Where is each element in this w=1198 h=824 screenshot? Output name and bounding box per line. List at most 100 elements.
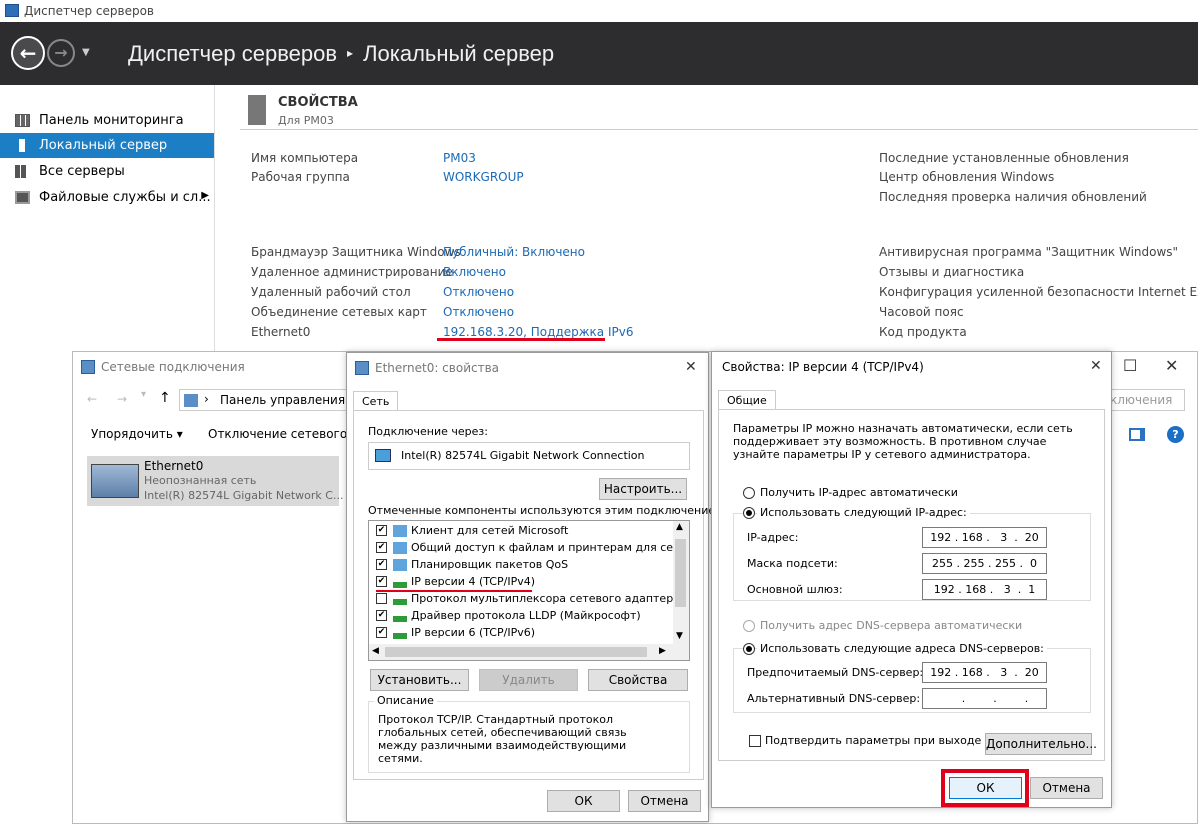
manual-dns-label[interactable]: Использовать следующие адреса DNS-сервер… bbox=[757, 642, 1047, 655]
validate-checkbox[interactable] bbox=[749, 735, 761, 747]
ip-address-field[interactable]: 192 . 168 . 3 . 20 bbox=[922, 527, 1047, 548]
workgroup-link[interactable]: WORKGROUP bbox=[443, 170, 524, 184]
server-manager-icon bbox=[5, 4, 19, 17]
sidebar-item-label: Файловые службы и сл... bbox=[39, 190, 211, 205]
list-item[interactable]: ✔ Планировщик пакетов QoS bbox=[369, 557, 673, 574]
list-item[interactable]: ✔ Общий доступ к файлам и принтерам для с… bbox=[369, 540, 673, 557]
horizontal-scrollbar[interactable]: ◀ ▶ bbox=[369, 644, 689, 660]
forward-button[interactable]: → bbox=[47, 39, 75, 67]
window-title: Сетевые подключения bbox=[101, 360, 245, 374]
organize-menu[interactable]: Упорядочить ▾ bbox=[91, 427, 183, 441]
up-arrow-icon[interactable]: ↑ bbox=[159, 390, 171, 406]
configure-button[interactable]: Настроить... bbox=[599, 478, 687, 500]
ok-button[interactable]: ОК bbox=[949, 777, 1022, 799]
property-label: Объединение сетевых карт bbox=[251, 305, 427, 319]
preferred-dns-field[interactable]: 192 . 168 . 3 . 20 bbox=[922, 662, 1047, 683]
dialog-title: Ethernet0: свойства bbox=[375, 361, 500, 375]
scroll-right-icon[interactable]: ▶ bbox=[659, 646, 666, 656]
breadcrumb-root[interactable]: Диспетчер серверов bbox=[128, 41, 337, 66]
search-input[interactable]: ключения bbox=[1103, 389, 1185, 411]
computer-name-link[interactable]: PM03 bbox=[443, 151, 476, 165]
auto-dns-radio[interactable] bbox=[743, 620, 755, 632]
auto-dns-label[interactable]: Получить адрес DNS-сервера автоматически bbox=[760, 619, 1022, 632]
cancel-button[interactable]: Отмена bbox=[1030, 777, 1103, 799]
scroll-left-icon[interactable]: ◀ bbox=[372, 646, 379, 656]
forward-arrow-icon[interactable]: → bbox=[117, 392, 127, 406]
alternate-dns-field[interactable]: . . . bbox=[922, 688, 1047, 709]
scroll-thumb[interactable] bbox=[385, 647, 647, 657]
property-label: Отзывы и диагностика bbox=[879, 265, 1025, 279]
sidebar-item-dashboard[interactable]: Панель мониторинга bbox=[0, 108, 214, 133]
manual-ip-label[interactable]: Использовать следующий IP-адрес: bbox=[757, 506, 970, 519]
network-folder-icon bbox=[81, 360, 95, 374]
sidebar-item-local-server[interactable]: Локальный сервер bbox=[0, 133, 214, 158]
list-item[interactable]: ✔ IP версии 4 (TCP/IPv4) bbox=[369, 574, 673, 591]
list-item[interactable]: ✔ IP версии 6 (TCP/IPv6) bbox=[369, 625, 673, 642]
component-checkbox[interactable]: ✔ bbox=[376, 627, 387, 638]
connection-name: Ethernet0 bbox=[144, 459, 204, 473]
scroll-up-icon[interactable]: ▲ bbox=[676, 522, 683, 532]
properties-subtitle: Для PM03 bbox=[278, 114, 334, 127]
list-item[interactable]: ✔ Драйвер протокола LLDP (Майкрософт) bbox=[369, 608, 673, 625]
recent-dropdown-icon[interactable]: ▾ bbox=[141, 389, 146, 400]
component-checkbox[interactable]: ✔ bbox=[376, 576, 387, 587]
ip-address-label: IP-адрес: bbox=[747, 531, 799, 544]
remote-desktop-link[interactable]: Отключено bbox=[443, 285, 514, 299]
ethernet0-connection-item[interactable]: Ethernet0 Неопознанная сеть Intel(R) 825… bbox=[87, 456, 343, 506]
subnet-mask-field[interactable]: 255 . 255 . 255 . 0 bbox=[922, 553, 1047, 574]
install-button[interactable]: Установить... bbox=[370, 669, 469, 691]
nic-teaming-link[interactable]: Отключено bbox=[443, 305, 514, 319]
expand-arrow-icon[interactable]: ▶ bbox=[201, 190, 209, 201]
component-label: IP версии 4 (TCP/IPv4) bbox=[411, 575, 536, 588]
component-checkbox[interactable]: ✔ bbox=[376, 559, 387, 570]
file-services-icon bbox=[15, 191, 30, 204]
maximize-icon[interactable]: ☐ bbox=[1123, 356, 1137, 375]
cancel-button[interactable]: Отмена bbox=[628, 790, 701, 812]
manual-ip-radio[interactable] bbox=[743, 507, 755, 519]
close-icon[interactable]: ✕ bbox=[685, 359, 697, 375]
close-icon[interactable]: ✕ bbox=[1165, 356, 1178, 375]
ethernet-properties-dialog: Ethernet0: свойства ✕ Сеть Подключение ч… bbox=[346, 352, 727, 822]
sidebar-item-all-servers[interactable]: Все серверы bbox=[0, 159, 214, 184]
auto-ip-label[interactable]: Получить IP-адрес автоматически bbox=[760, 486, 958, 499]
list-item[interactable]: Протокол мультиплексора сетевого адаптер… bbox=[369, 591, 673, 608]
firewall-link[interactable]: Публичный: Включено bbox=[443, 245, 585, 259]
scroll-down-icon[interactable]: ▼ bbox=[676, 631, 683, 641]
advanced-button[interactable]: Дополнительно... bbox=[985, 733, 1097, 755]
preview-pane-icon[interactable] bbox=[1129, 428, 1145, 441]
manual-dns-radio[interactable] bbox=[743, 643, 755, 655]
component-label: Планировщик пакетов QoS bbox=[411, 558, 569, 571]
auto-ip-radio[interactable] bbox=[743, 487, 755, 499]
vertical-scrollbar[interactable]: ▲ ▼ bbox=[673, 521, 689, 645]
help-icon[interactable]: ? bbox=[1167, 426, 1184, 443]
close-icon[interactable]: ✕ bbox=[1090, 358, 1102, 374]
properties-button[interactable]: Свойства bbox=[588, 669, 688, 691]
protocol-icon bbox=[393, 610, 407, 622]
component-label: Протокол мультиплексора сетевого адаптер… bbox=[411, 592, 673, 605]
remote-admin-link[interactable]: Включено bbox=[443, 265, 506, 279]
sidebar-item-label: Локальный сервер bbox=[39, 138, 168, 153]
tab-network[interactable]: Сеть bbox=[353, 391, 399, 411]
property-label: Конфигурация усиленной безопасности Inte… bbox=[879, 285, 1198, 299]
component-checkbox[interactable]: ✔ bbox=[376, 542, 387, 553]
remove-button[interactable]: Удалить bbox=[479, 669, 578, 691]
history-dropdown-icon[interactable]: ▼ bbox=[82, 47, 90, 58]
list-item[interactable]: ✔ Клиент для сетей Microsoft bbox=[369, 523, 673, 540]
component-checkbox[interactable]: ✔ bbox=[376, 525, 387, 536]
validate-label[interactable]: Подтвердить параметры при выходе bbox=[765, 734, 981, 747]
component-checkbox[interactable] bbox=[376, 593, 387, 604]
ok-button[interactable]: ОК bbox=[547, 790, 620, 812]
component-checkbox[interactable]: ✔ bbox=[376, 610, 387, 621]
adapter-icon bbox=[375, 449, 391, 462]
back-button[interactable]: ← bbox=[11, 36, 45, 70]
ethernet-link[interactable]: 192.168.3.20, Поддержка IPv6 bbox=[443, 325, 633, 339]
gateway-field[interactable]: 192 . 168 . 3 . 1 bbox=[922, 579, 1047, 600]
back-arrow-icon[interactable]: ← bbox=[87, 392, 97, 406]
sidebar-item-file-services[interactable]: Файловые службы и сл... ▶ bbox=[0, 185, 214, 210]
preferred-dns-label: Предпочитаемый DNS-сервер: bbox=[747, 666, 924, 679]
disable-device-button[interactable]: Отключение сетевого уст bbox=[208, 427, 348, 441]
scroll-thumb[interactable] bbox=[675, 539, 686, 607]
tab-general[interactable]: Общие bbox=[718, 390, 776, 410]
property-label: Удаленное администрирование bbox=[251, 265, 453, 279]
address-bar[interactable]: › Панель управления bbox=[179, 389, 349, 411]
